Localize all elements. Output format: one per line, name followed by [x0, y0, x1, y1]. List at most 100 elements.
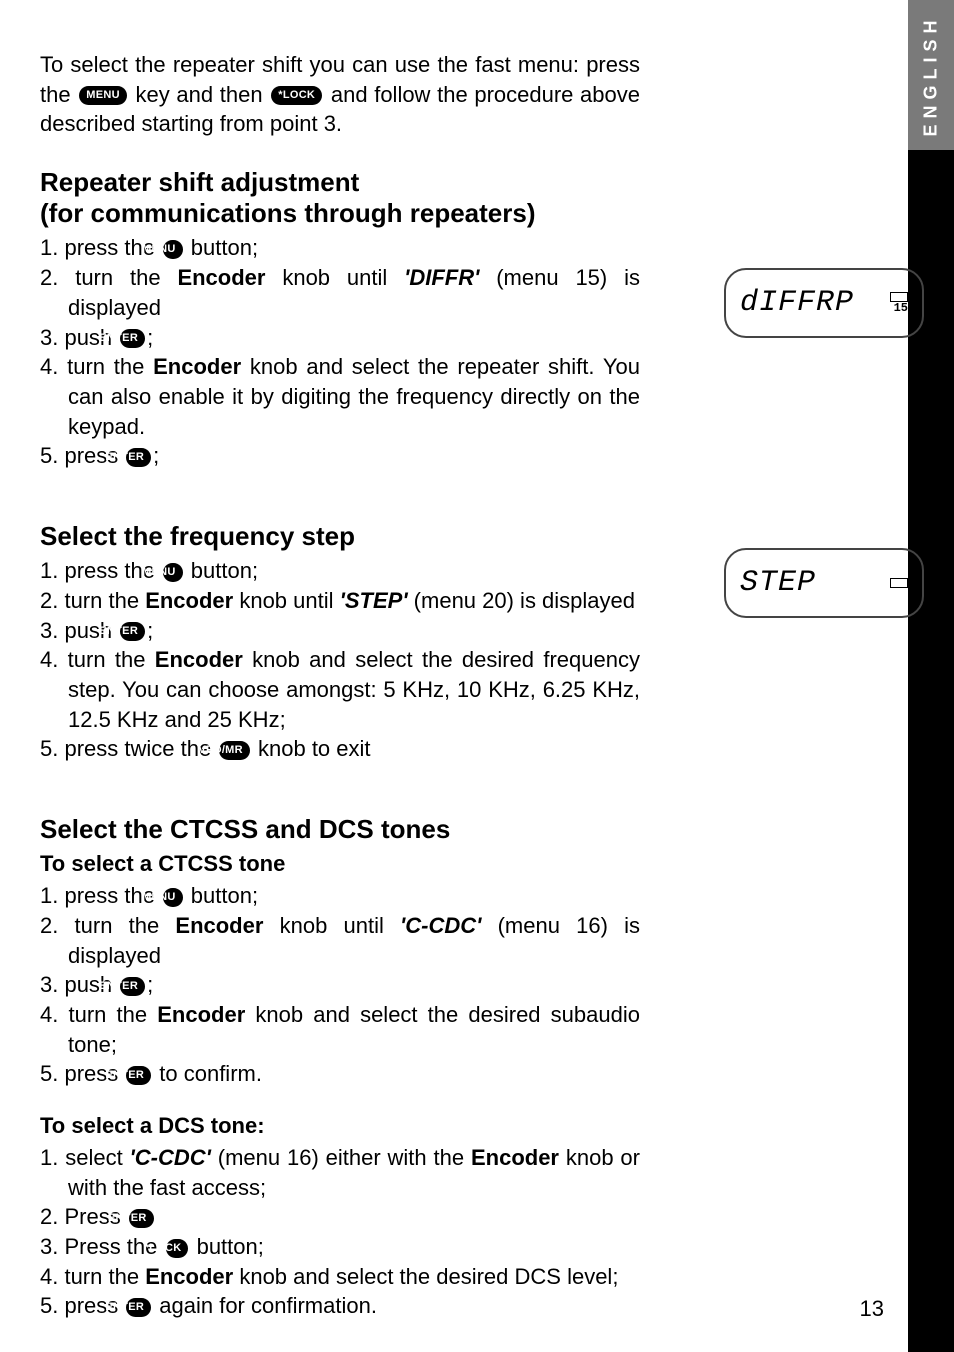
enter-key-icon: ENTER [126, 1298, 151, 1317]
text: 5. press twice the [40, 736, 217, 761]
heading-repeater-shift-2: (for communications through repeaters) [40, 198, 640, 229]
list-item: 5. press ENTER; [40, 441, 640, 471]
text: Encoder [177, 265, 265, 290]
heading-frequency-step: Select the frequency step [40, 521, 640, 552]
subheading-dcs: To select a DCS tone: [40, 1113, 640, 1139]
enter-key-icon: ENTER [129, 1209, 154, 1228]
vfomr-key-icon: VFO/MR [219, 741, 250, 760]
text: 'C-CDC' [400, 913, 481, 938]
text: knob and select the desired DCS level; [233, 1264, 618, 1289]
list-item: 4. turn the Encoder knob and select the … [40, 1262, 640, 1292]
list-item: 4. turn the Encoder knob and select the … [40, 645, 640, 734]
text: (menu 16) either with the [211, 1145, 471, 1170]
section-repeater-shift: Repeater shift adjustment (for communica… [40, 167, 640, 471]
lcd-badge: 15 [890, 292, 908, 314]
list-item: 1. press the MENU button; [40, 881, 640, 911]
list-item: 2. turn the Encoder knob until 'STEP' (m… [40, 586, 640, 616]
text: ; [147, 618, 153, 643]
lcd-text: dIFFRP [740, 286, 854, 320]
text: 'DIFFR' [404, 265, 479, 290]
list-item: 3. push ENTER; [40, 323, 640, 353]
steps-frequency-step: 1. press the MENU button; 2. turn the En… [40, 556, 640, 764]
steps-repeater-shift: 1. press the MENU button; 2. turn the En… [40, 233, 640, 471]
list-item: 5. press ENTER to confirm. [40, 1059, 640, 1089]
text: Encoder [145, 1264, 233, 1289]
text: to confirm. [153, 1061, 262, 1086]
enter-key-icon: ENTER [120, 622, 145, 641]
text: button; [185, 558, 258, 583]
subheading-ctcss: To select a CTCSS tone [40, 851, 640, 877]
enter-key-icon: ENTER [120, 329, 145, 348]
enter-key-icon: ENTER [126, 448, 151, 467]
text: (menu 20) is displayed [408, 588, 635, 613]
text: Encoder [145, 588, 233, 613]
enter-key-icon: ENTER [120, 977, 145, 996]
steps-dcs: 1. select 'C-CDC' (menu 16) either with … [40, 1143, 640, 1321]
text: Encoder [471, 1145, 559, 1170]
list-item: 3. Press the *LOCK button; [40, 1232, 640, 1262]
text: 2. turn the [40, 265, 177, 290]
menu-key-icon: MENU [163, 888, 183, 907]
list-item: 2. Press ENTER [40, 1202, 640, 1232]
text: 'C-CDC' [130, 1145, 211, 1170]
heading-repeater-shift-1: Repeater shift adjustment [40, 167, 640, 198]
list-item: 3. push ENTER; [40, 616, 640, 646]
list-item: 1. select 'C-CDC' (menu 16) either with … [40, 1143, 640, 1202]
text: knob until [265, 265, 404, 290]
battery-icon [890, 292, 908, 302]
text: Encoder [175, 913, 263, 938]
text: button; [185, 883, 258, 908]
text: 2. turn the [40, 913, 175, 938]
lock-key-icon: *LOCK [271, 86, 322, 105]
menu-key-icon: MENU [79, 86, 127, 105]
text: button; [185, 235, 258, 260]
text: Encoder [157, 1002, 245, 1027]
text: ; [147, 972, 153, 997]
text: Encoder [153, 354, 241, 379]
text: Encoder [155, 647, 243, 672]
lcd-badge [890, 578, 908, 588]
menu-key-icon: MENU [163, 563, 183, 582]
lcd-text: STEP [740, 566, 816, 600]
list-item: 2. turn the Encoder knob until 'DIFFR' (… [40, 263, 640, 322]
enter-key-icon: ENTER [126, 1066, 151, 1085]
list-item: 5. press ENTER again for confirmation. [40, 1291, 640, 1321]
text: 2. turn the [40, 588, 145, 613]
list-item: 5. press twice the VFO/MR knob to exit [40, 734, 640, 764]
lock-key-icon: *LOCK [166, 1239, 189, 1258]
page-root: ENGLISH To select the repeater shift you… [0, 0, 954, 1352]
language-label: ENGLISH [921, 14, 942, 136]
battery-icon [890, 578, 908, 588]
text: 4. turn the [40, 1002, 157, 1027]
content-area: To select the repeater shift you can use… [40, 50, 860, 1321]
list-item: 4. turn the Encoder knob and select the … [40, 1000, 640, 1059]
text: knob to exit [252, 736, 371, 761]
list-item: 2. turn the Encoder knob until 'C-CDC' (… [40, 911, 640, 970]
page-number: 13 [860, 1296, 884, 1322]
text: button; [190, 1234, 263, 1259]
section-ctcss-dcs: Select the CTCSS and DCS tones To select… [40, 814, 640, 1321]
list-item: 3. push ENTER; [40, 970, 640, 1000]
intro-text: To select the repeater shift you can use… [40, 50, 640, 139]
text: 4. turn the [40, 1264, 145, 1289]
text: key and then [129, 82, 269, 107]
language-tab: ENGLISH [908, 0, 954, 150]
text: knob until [233, 588, 339, 613]
list-item: 1. press the MENU button; [40, 233, 640, 263]
text: ; [153, 443, 159, 468]
heading-ctcss-dcs: Select the CTCSS and DCS tones [40, 814, 640, 845]
section-frequency-step: Select the frequency step 1. press the M… [40, 521, 640, 764]
menu-key-icon: MENU [163, 240, 183, 259]
lcd-menu-number: 15 [894, 302, 908, 314]
lcd-display-diffr: dIFFRP 15 [724, 268, 924, 338]
text: 1. select [40, 1145, 130, 1170]
text: ; [147, 325, 153, 350]
text: 'STEP' [340, 588, 408, 613]
intro-paragraph: To select the repeater shift you can use… [40, 50, 640, 139]
text: 4. turn the [40, 354, 153, 379]
text: knob until [263, 913, 400, 938]
text: again for confirmation. [153, 1293, 377, 1318]
lcd-display-step: STEP [724, 548, 924, 618]
list-item: 4. turn the Encoder knob and select the … [40, 352, 640, 441]
list-item: 1. press the MENU button; [40, 556, 640, 586]
